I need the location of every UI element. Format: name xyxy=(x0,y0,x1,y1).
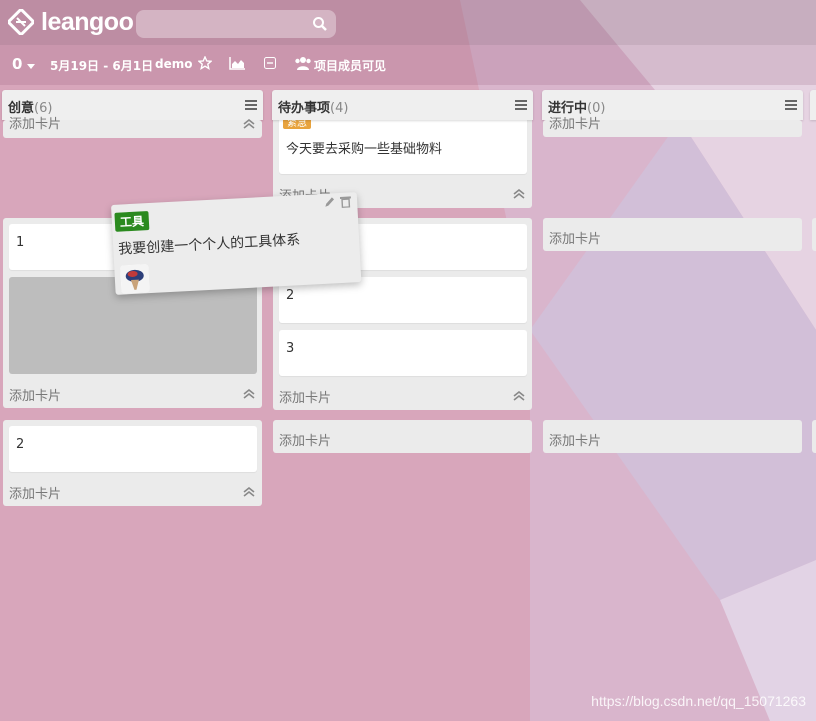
add-card-button[interactable]: 添加卡片 xyxy=(9,483,61,502)
list-group: 添加卡片 xyxy=(3,117,262,138)
dragged-card[interactable]: 工具 我要创建一个个人的工具体系 xyxy=(111,192,362,295)
members-icon[interactable] xyxy=(294,56,312,70)
add-card-button[interactable]: 添加卡片 xyxy=(9,385,61,404)
search-input[interactable] xyxy=(136,10,336,38)
avatar[interactable] xyxy=(120,264,150,294)
search-icon[interactable] xyxy=(312,16,328,32)
list-menu-icon[interactable] xyxy=(785,100,797,110)
visibility-label[interactable]: 项目成员可见 xyxy=(314,57,386,74)
add-card-button[interactable]: 添加卡片 xyxy=(279,430,331,449)
add-card-button[interactable]: 添加卡片 xyxy=(549,228,601,247)
card[interactable]: 紧急 今天要去采购一些基础物料 xyxy=(279,112,527,174)
collapse-all-icon[interactable] xyxy=(264,57,276,69)
trash-icon[interactable] xyxy=(339,195,352,208)
board-name[interactable]: demo xyxy=(155,57,192,71)
collapse-icon[interactable] xyxy=(513,391,525,401)
avatar-image xyxy=(120,264,150,294)
list-menu-icon[interactable] xyxy=(515,100,527,110)
logo[interactable]: leangoo xyxy=(8,8,134,36)
top-bar: leangoo xyxy=(0,0,816,45)
card[interactable]: 3 xyxy=(279,330,527,376)
watermark: https://blog.csdn.net/qq_15071263 xyxy=(591,693,806,709)
list-group xyxy=(812,420,816,453)
sprint-date-range[interactable]: 5月19日 - 6月1日 xyxy=(50,57,153,74)
card-text: 我要创建一个个人的工具体系 xyxy=(117,232,301,258)
list-menu-icon[interactable] xyxy=(245,100,257,110)
list-group xyxy=(812,218,816,251)
list-header-next[interactable] xyxy=(810,90,816,120)
collapse-icon[interactable] xyxy=(243,487,255,497)
add-card-button[interactable]: 添加卡片 xyxy=(9,113,61,132)
add-card-button[interactable]: 添加卡片 xyxy=(279,387,331,406)
list-group: 添加卡片 xyxy=(543,117,802,137)
star-icon[interactable] xyxy=(198,56,212,70)
sprint-counter[interactable]: 0 xyxy=(12,55,22,73)
add-card-button[interactable]: 添加卡片 xyxy=(549,430,601,449)
collapse-icon[interactable] xyxy=(243,119,255,129)
board-toolbar: 0 5月19日 - 6月1日 demo 项目成员可见 xyxy=(0,45,816,85)
list-group: 添加卡片 xyxy=(273,420,532,453)
collapse-icon[interactable] xyxy=(513,189,525,199)
card-label-tag: 工具 xyxy=(114,211,150,232)
chevron-down-icon[interactable] xyxy=(27,64,35,69)
list-group: 添加卡片 xyxy=(543,420,802,453)
card[interactable]: 2 xyxy=(9,426,257,472)
collapse-icon[interactable] xyxy=(243,389,255,399)
add-card-button[interactable]: 添加卡片 xyxy=(549,113,601,132)
logo-text: leangoo xyxy=(41,8,134,36)
list-group: 添加卡片 xyxy=(543,218,802,251)
list-group: 2 添加卡片 xyxy=(3,420,262,506)
burndown-chart-icon[interactable] xyxy=(229,57,245,70)
pencil-icon[interactable] xyxy=(323,196,336,209)
leangoo-logo-icon xyxy=(8,9,34,35)
list-header-todo[interactable]: 待办事项(4) xyxy=(272,90,533,120)
list-title: 待办事项(4) xyxy=(278,101,349,116)
